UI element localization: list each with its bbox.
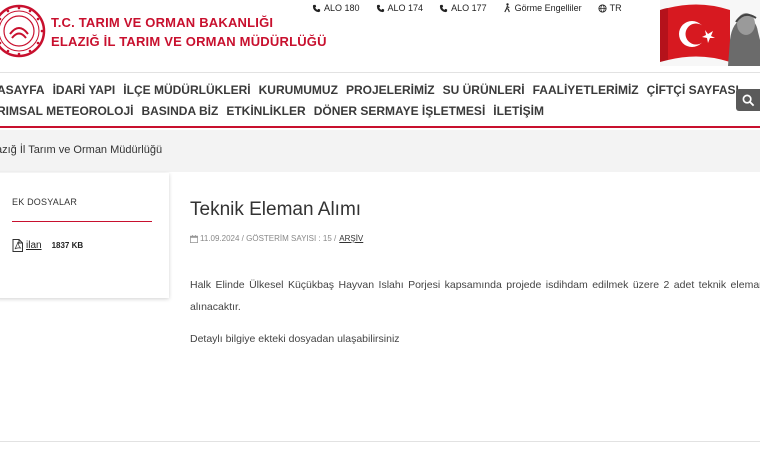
article-date: 11.09.2024	[200, 234, 240, 243]
article-paragraph-2: Detaylı bilgiye ekteki dosyadan ulaşabil…	[190, 333, 400, 345]
accessibility-link[interactable]: Görme Engelliler	[503, 3, 582, 13]
nav-item-press[interactable]: BASINDA BİZ	[141, 103, 218, 119]
nav-item-district-directorates[interactable]: İLÇE MÜDÜRLÜKLERİ	[123, 82, 250, 98]
language-label: TR	[609, 3, 622, 13]
phone-icon	[376, 4, 384, 12]
alo-174-link[interactable]: ALO 174	[376, 3, 424, 13]
nav-item-farmer-page[interactable]: ÇİFTÇİ SAYFASI	[647, 82, 739, 98]
nav-row-2: RIMSAL METEOROLOJİ BASINDA BİZ ETKİNLİKL…	[0, 103, 552, 119]
footer-divider	[0, 441, 760, 442]
globe-icon	[598, 3, 607, 13]
language-link[interactable]: TR	[598, 3, 622, 13]
attachments-divider	[12, 221, 152, 222]
calendar-icon	[190, 234, 198, 243]
search-icon	[742, 94, 755, 106]
nav-item-contact[interactable]: İLETİŞİM	[493, 103, 544, 119]
nav-item-institution[interactable]: KURUMUMUZ	[259, 82, 338, 98]
site-header: T.C. TARIM VE ORMAN BAKANLIĞI ELAZIĞ İL …	[0, 0, 760, 72]
ministry-logo[interactable]	[0, 4, 46, 58]
phone-icon	[312, 4, 321, 12]
attachments-panel: EK DOSYALAR ilan 1837 KB	[0, 173, 169, 298]
article-paragraph-1: Halk Elinde Ülkesel Küçükbaş Hayvan Isla…	[190, 279, 760, 313]
nav-item-administration[interactable]: İDARİ YAPI	[53, 82, 116, 98]
attachments-title: EK DOSYALAR	[12, 197, 78, 207]
alo-177-label: ALO 177	[451, 3, 487, 13]
meta-separator: /	[334, 234, 337, 243]
search-button[interactable]	[736, 89, 760, 111]
accessibility-label: Görme Engelliler	[514, 3, 582, 13]
attachment-item: ilan 1837 KB	[12, 239, 83, 252]
nav-item-activities[interactable]: FAALİYETLERİMİZ	[533, 82, 639, 98]
nav-item-home[interactable]: ASAYFA	[0, 82, 45, 98]
breadcrumb[interactable]: azığ İl Tarım ve Orman Müdürlüğü	[0, 144, 162, 156]
flag-banner-image	[660, 0, 760, 66]
phone-icon	[439, 4, 448, 12]
main-nav: ASAYFA İDARİ YAPI İLÇE MÜDÜRLÜKLERİ KURU…	[0, 72, 760, 128]
pdf-file-icon	[12, 239, 23, 252]
nav-item-revolving-fund[interactable]: DÖNER SERMAYE İŞLETMESİ	[314, 103, 486, 119]
nav-row-1: ASAYFA İDARİ YAPI İLÇE MÜDÜRLÜKLERİ KURU…	[0, 82, 747, 98]
article-meta: 11.09.2024 / GÖSTERİM SAYISI : 15 / ARŞİ…	[190, 234, 363, 243]
top-links: ALO 180 ALO 174 ALO 177 Görme Engelliler…	[312, 3, 622, 13]
article-views: GÖSTERİM SAYISI : 15	[246, 234, 332, 243]
accessibility-icon	[503, 3, 510, 13]
attachment-link[interactable]: ilan	[26, 240, 42, 251]
alo-174-label: ALO 174	[387, 3, 424, 13]
article-category-link[interactable]: ARŞİV	[339, 234, 363, 243]
alo-177-link[interactable]: ALO 177	[439, 3, 487, 13]
nav-item-aquaculture[interactable]: SU ÜRÜNLERİ	[443, 82, 525, 98]
nav-item-meteorology[interactable]: RIMSAL METEOROLOJİ	[0, 103, 133, 119]
nav-item-projects[interactable]: PROJELERİMİZ	[346, 82, 435, 98]
nav-item-events[interactable]: ETKİNLİKLER	[226, 103, 305, 119]
alo-180-link[interactable]: ALO 180	[312, 3, 360, 13]
org-subtitle[interactable]: ELAZIĞ İL TARIM VE ORMAN MÜDÜRLÜĞÜ	[51, 33, 327, 50]
org-title[interactable]: T.C. TARIM VE ORMAN BAKANLIĞI	[51, 14, 273, 31]
article-title: Teknik Eleman Alımı	[190, 199, 362, 220]
breadcrumb-bar: azığ İl Tarım ve Orman Müdürlüğü	[0, 130, 760, 172]
attachment-size: 1837 KB	[51, 241, 84, 250]
alo-180-label: ALO 180	[324, 3, 360, 13]
